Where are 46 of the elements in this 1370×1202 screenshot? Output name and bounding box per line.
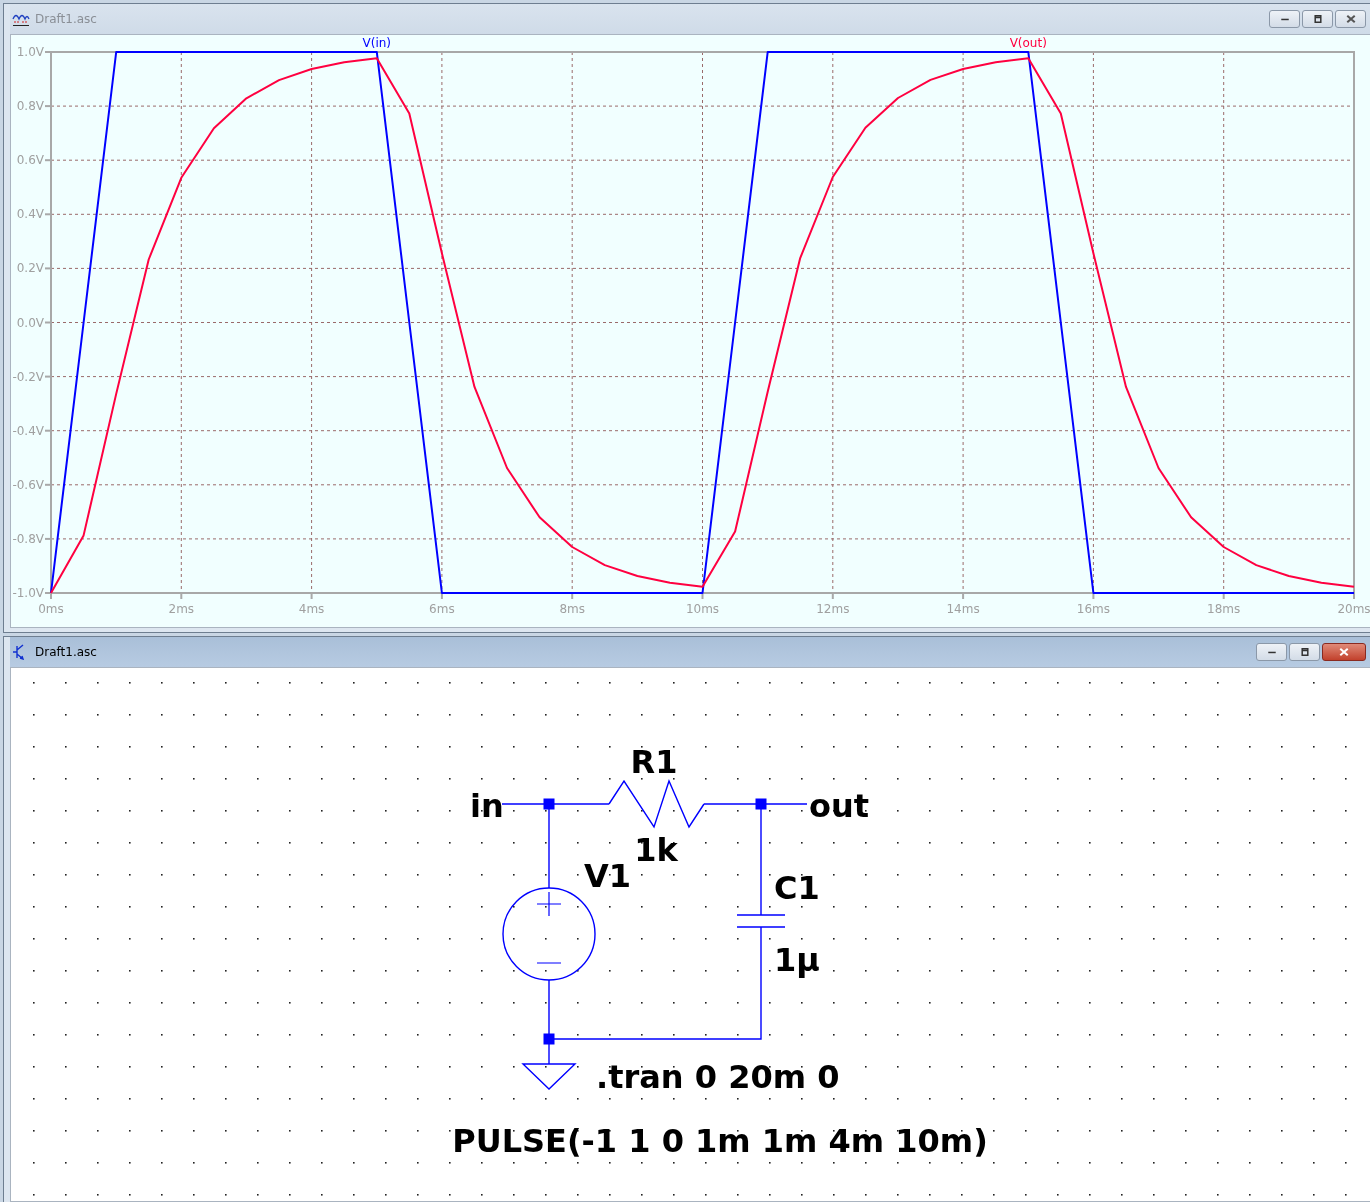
- component-name: C1: [774, 869, 820, 907]
- spice-directive: .tran 0 20m 0: [596, 1058, 840, 1096]
- close-button[interactable]: [1335, 10, 1366, 28]
- y-tick-label: -0.2V: [12, 369, 44, 384]
- component-name: V1: [584, 857, 632, 895]
- x-tick-label: 12ms: [816, 602, 850, 616]
- x-tick-label: 10ms: [685, 602, 720, 616]
- component-value: 1µ: [774, 941, 820, 979]
- trace-label: V(in): [362, 36, 391, 50]
- x-tick-label: 0ms: [38, 602, 64, 616]
- y-tick-label: 0.8V: [16, 99, 44, 114]
- x-tick-label: 8ms: [559, 602, 585, 616]
- x-tick-label: 16ms: [1076, 602, 1110, 616]
- component-value: PULSE(-1 1 0 1m 1m 4m 10m): [452, 1122, 988, 1160]
- capacitor-symbol[interactable]: [736, 914, 786, 928]
- close-button[interactable]: [1322, 643, 1366, 661]
- x-tick-label: 6ms: [429, 602, 455, 616]
- y-tick-label: -0.8V: [12, 531, 44, 546]
- net-label: out: [809, 787, 870, 825]
- y-tick-label: -0.6V: [12, 477, 44, 492]
- trace-label: V(out): [1009, 36, 1047, 50]
- restore-button[interactable]: [1289, 643, 1320, 661]
- y-tick-label: 0.2V: [16, 261, 44, 276]
- y-tick-label: 0.6V: [16, 153, 44, 168]
- x-tick-label: 14ms: [946, 602, 980, 616]
- axis-tick: [440, 592, 443, 600]
- voltage-source-symbol[interactable]: [502, 887, 596, 981]
- window-title: Draft1.asc: [35, 645, 97, 659]
- x-tick-label: 18ms: [1207, 602, 1241, 616]
- x-tick-label: 4ms: [298, 602, 325, 616]
- axis-tick: [1222, 592, 1225, 600]
- y-tick-label: -1.0V: [12, 586, 44, 600]
- x-tick-label: 2ms: [168, 602, 195, 616]
- y-tick-label: -0.4V: [12, 423, 44, 438]
- component-name: R1: [630, 743, 678, 781]
- ground-symbol[interactable]: [521, 1063, 577, 1090]
- component-value: 1k: [634, 831, 678, 869]
- y-tick-label: 0.4V: [16, 207, 44, 222]
- restore-button[interactable]: [1302, 10, 1333, 28]
- resistor-symbol[interactable]: [608, 779, 705, 829]
- x-tick-label: 20ms: [1337, 602, 1370, 616]
- y-tick-label: 0.0V: [16, 315, 44, 330]
- y-tick-label: 1.0V: [16, 45, 44, 59]
- window-title: Draft1.asc: [35, 12, 97, 26]
- axis-tick: [571, 592, 574, 600]
- net-label: in: [470, 787, 504, 825]
